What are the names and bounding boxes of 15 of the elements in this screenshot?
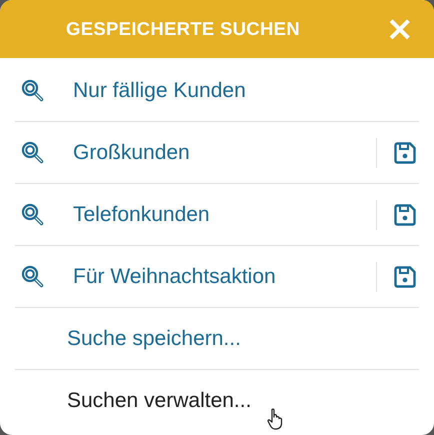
search-icon: [21, 140, 45, 164]
menu-link[interactable]: Suche speichern...: [67, 326, 241, 350]
menu-link[interactable]: Suchen verwalten...: [67, 388, 252, 412]
hand-cursor-icon: [267, 408, 283, 430]
panel-title: GESPEICHERTE SUCHEN: [66, 18, 301, 40]
saved-search-link[interactable]: Nur fällige Kunden: [73, 78, 246, 102]
search-icon: [21, 78, 45, 102]
save-icon[interactable]: [393, 264, 417, 288]
search-icon: [21, 264, 45, 288]
save-icon[interactable]: [393, 140, 417, 164]
save-icon[interactable]: [393, 202, 417, 226]
saved-search-link[interactable]: Für Weihnachtsaktion: [73, 264, 276, 288]
saved-search-link[interactable]: Telefonkunden: [73, 202, 210, 226]
search-icon: [21, 202, 45, 226]
saved-search-link[interactable]: Großkunden: [73, 140, 190, 164]
